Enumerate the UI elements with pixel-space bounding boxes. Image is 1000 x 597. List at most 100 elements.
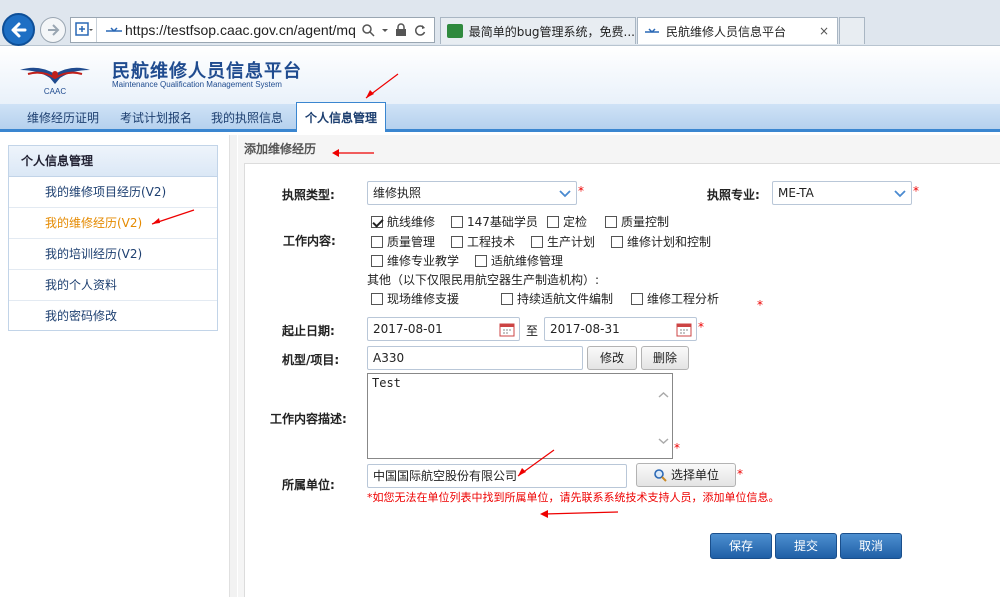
panel-splitter[interactable] — [229, 135, 237, 597]
main-menu: 维修经历证明 考试计划报名 我的执照信息 个人信息管理 — [0, 102, 1000, 132]
sidebar-heading: 个人信息管理 — [9, 146, 217, 177]
close-tab-icon[interactable]: × — [819, 24, 829, 38]
checkbox-box[interactable] — [501, 292, 513, 305]
checkbox-box[interactable] — [371, 292, 383, 305]
logo-text: CAAC — [44, 87, 66, 96]
checkbox-label: 147基础学员 — [467, 215, 538, 229]
checkbox-production-planning[interactable]: 生产计划 — [531, 233, 595, 250]
model-label: 机型/项目: — [282, 353, 340, 367]
chevron-up-icon[interactable] — [655, 388, 672, 402]
checkbox-scheduled-check[interactable]: 定检 — [547, 213, 587, 230]
annotation-arrow — [365, 73, 399, 99]
end-date-input[interactable]: 2017-08-31 — [544, 317, 697, 341]
work-content-label: 工作内容: — [283, 234, 336, 248]
select-unit-label: 选择单位 — [670, 468, 719, 482]
menu-item-license-info[interactable]: 我的执照信息 — [211, 104, 283, 132]
checkbox-label: 定检 — [563, 215, 588, 229]
checkbox-label: 维修专业教学 — [387, 254, 460, 268]
checkbox-box[interactable] — [475, 254, 487, 267]
url-text: https://testfsop.caac.gov.cn/agent/mqms — [125, 22, 355, 38]
chevron-down-icon — [894, 190, 906, 198]
checkbox-box[interactable] — [611, 235, 623, 248]
license-major-select[interactable]: ME-TA — [772, 181, 912, 205]
annotation-arrow — [540, 510, 619, 518]
date-separator: 至 — [526, 324, 539, 338]
checkbox-label: 航线维修 — [387, 215, 436, 229]
sidebar: 个人信息管理 我的维修项目经历(V2) 我的维修经历(V2) 我的培训经历(V2… — [8, 145, 218, 331]
lock-icon[interactable] — [395, 23, 407, 37]
license-type-select[interactable]: 维修执照 — [367, 181, 577, 205]
unit-input[interactable]: 中国国际航空股份有限公司 — [367, 464, 627, 488]
checkbox-label: 工程技术 — [467, 235, 516, 249]
browser-tab-caac[interactable]: 民航维修人员信息平台 × — [637, 17, 838, 44]
menu-item-exam-registration[interactable]: 考试计划报名 — [120, 104, 192, 132]
checkbox-label: 现场维修支援 — [387, 292, 460, 306]
select-unit-button[interactable]: 选择单位 — [636, 463, 736, 487]
cancel-button[interactable]: 取消 — [840, 533, 902, 559]
favorites-add-icon[interactable] — [71, 18, 97, 42]
checkbox-147-student[interactable]: 147基础学员 — [451, 213, 538, 230]
tab-title: 民航维修人员信息平台 — [666, 24, 787, 39]
unit-label: 所属单位: — [282, 478, 335, 492]
required-mark: * — [913, 184, 919, 198]
checkbox-maintenance-planning[interactable]: 维修计划和控制 — [611, 233, 711, 250]
checkbox-engineering-analysis[interactable]: 维修工程分析 — [631, 290, 719, 307]
required-mark: * — [737, 467, 743, 481]
forward-button[interactable] — [40, 17, 66, 43]
calendar-icon[interactable] — [676, 321, 692, 337]
checkbox-field-support[interactable]: 现场维修支援 — [371, 290, 459, 307]
sidebar-item-training-experience[interactable]: 我的培训经历(V2) — [9, 239, 217, 270]
back-button[interactable] — [2, 13, 35, 46]
checkbox-box[interactable] — [605, 215, 617, 228]
chevron-down-icon[interactable] — [655, 434, 672, 448]
caac-site-icon — [645, 28, 659, 34]
checkbox-box[interactable] — [451, 215, 463, 228]
checkbox-box[interactable] — [371, 254, 383, 267]
refresh-icon[interactable] — [413, 23, 427, 37]
checkbox-quality-control[interactable]: 质量控制 — [605, 213, 669, 230]
checkbox-maintenance-teaching[interactable]: 维修专业教学 — [371, 252, 459, 269]
address-bar[interactable]: https://testfsop.caac.gov.cn/agent/mqms — [70, 17, 435, 43]
search-icon[interactable] — [361, 23, 375, 37]
checkbox-box[interactable] — [631, 292, 643, 305]
site-header: CAAC 民航维修人员信息平台 Maintenance Qualificatio… — [0, 46, 1000, 104]
checkbox-box[interactable] — [531, 235, 543, 248]
magnifier-icon — [654, 469, 667, 482]
delete-button[interactable]: 删除 — [641, 346, 689, 370]
chevron-down-icon[interactable] — [381, 23, 389, 37]
start-date-input[interactable]: 2017-08-01 — [367, 317, 520, 341]
sidebar-item-password[interactable]: 我的密码修改 — [9, 301, 217, 332]
required-mark: * — [674, 441, 680, 455]
menu-item-maintenance-proof[interactable]: 维修经历证明 — [27, 104, 99, 132]
checkbox-box[interactable] — [371, 215, 383, 228]
page-title: 添加维修经历 — [244, 142, 317, 156]
date-label: 起止日期: — [282, 324, 335, 338]
description-textarea[interactable]: Test — [367, 373, 673, 459]
unit-value: 中国国际航空股份有限公司 — [373, 469, 518, 483]
edit-button[interactable]: 修改 — [587, 346, 637, 370]
model-input[interactable]: A330 — [367, 346, 583, 370]
submit-button[interactable]: 提交 — [775, 533, 837, 559]
license-major-value: ME-TA — [778, 186, 814, 200]
license-major-label: 执照专业: — [707, 188, 760, 202]
checkbox-label: 维修计划和控制 — [627, 235, 712, 249]
checkbox-continued-airworthiness-docs[interactable]: 持续适航文件编制 — [501, 290, 613, 307]
checkbox-quality-management[interactable]: 质量管理 — [371, 233, 435, 250]
browser-tab-bug-system[interactable]: 最简单的bug管理系统，免费... — [440, 17, 636, 44]
checkbox-label: 维修工程分析 — [647, 292, 720, 306]
menu-item-personal-info[interactable]: 个人信息管理 — [296, 102, 387, 132]
required-mark: * — [698, 320, 704, 334]
save-button[interactable]: 保存 — [710, 533, 772, 559]
checkbox-airworthiness-management[interactable]: 适航维修管理 — [475, 252, 563, 269]
description-label: 工作内容描述: — [270, 412, 347, 426]
new-tab-button[interactable] — [839, 17, 865, 44]
checkbox-line-maintenance[interactable]: 航线维修 — [371, 213, 435, 230]
sidebar-item-project-experience[interactable]: 我的维修项目经历(V2) — [9, 177, 217, 208]
calendar-icon[interactable] — [499, 321, 515, 337]
textarea-scrollbar[interactable] — [655, 374, 672, 458]
checkbox-box[interactable] — [451, 235, 463, 248]
checkbox-box[interactable] — [547, 215, 559, 228]
checkbox-engineering[interactable]: 工程技术 — [451, 233, 515, 250]
checkbox-box[interactable] — [371, 235, 383, 248]
sidebar-item-personal-profile[interactable]: 我的个人资料 — [9, 270, 217, 301]
